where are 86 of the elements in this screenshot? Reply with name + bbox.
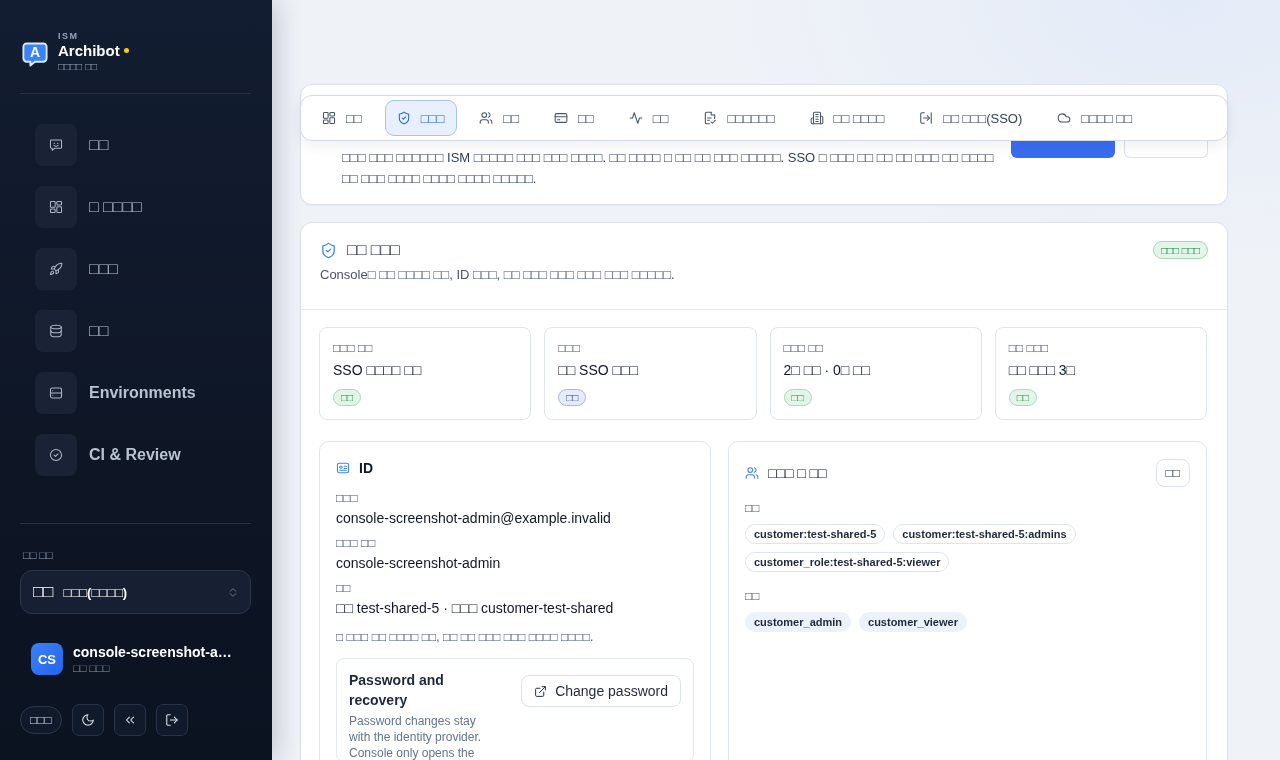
field-value: console-screenshot-admin [336,554,502,573]
workspace-label: □□ □□ [22,548,54,562]
nav-item[interactable]: CI & Review [35,434,181,476]
language-button[interactable]: □□□ [20,706,62,734]
note-text: □ □□□ □□ □□□□ □□, □□ □□ □□□ □□□ □□□□ □□□□. [336,629,595,646]
section-label: □□ [745,588,761,604]
database-icon [35,310,77,352]
section-description: Console□ □□ □□□□ □□, ID □□□, □□ □□□ □□□ □□□ □□□ □□□□□. [320,266,676,284]
logout-icon [164,713,179,727]
tab[interactable]: □□□ [384,100,458,136]
workspace-select[interactable]: □□ □□□(□□□□) [20,570,251,614]
card-title: ID [359,459,373,477]
brand-subtitle: □□□□ □□ [58,60,99,73]
status-badge: □□ [783,389,812,406]
card-icon [554,111,568,125]
theme-button[interactable] [71,704,104,736]
tab[interactable]: □□ □□□(SSO) [907,100,1036,136]
nav-item[interactable]: □ □□□□ [35,186,142,228]
users-icon [479,111,494,125]
intro-text: □□□ □□□ □□□□□□ ISM □□□□□ □□□ □□□ □□□□. □□ □□□□ □ □□ □□ □□□ □□□□□. SSO □ □□□ □□ □□ □□ □□□ □□ □□□□ □□ □□□ □□□□ □□□□ □□□□ □□□□□. [342,149,995,188]
nav-item[interactable]: □□ [35,310,109,352]
stat-value: □□ □□□ 3□ [1008,361,1077,379]
field-value: □□ test-shared-5 · □□□ customer-test-shared [336,599,615,618]
moon-icon [80,713,95,727]
nav-item[interactable]: □□ [35,124,109,166]
tab[interactable]: □□ □□□□ [797,100,898,136]
field-label: □□□ [336,490,359,506]
status-badge: □□ [1008,389,1037,406]
stat-label: □□□ [558,340,581,356]
status-dot-icon [123,48,129,53]
login-icon [919,111,934,125]
tag-chip: customer_role:test-shared-5:viewer [745,552,950,572]
external-link-icon [534,684,548,698]
tag-chip: customer_admin [745,612,852,632]
stat-value: 2□ □□ · 0□ □□ [783,361,872,379]
rocket-icon [35,248,77,290]
stat-label: □□□ □□ [333,340,374,356]
field-label: □□ [336,580,352,596]
status-badge: □□□ □□□ [1152,241,1208,259]
document-check-icon [703,111,718,125]
tab[interactable]: □□ [542,100,607,136]
stat-value: □□ SSO □□□ [558,361,639,379]
stat-label: □□□ □□ [783,340,825,356]
chevron-up-down-icon [228,585,238,599]
panel-description: Password changes stay with the identity provider. Console only opens the [349,713,483,760]
avatar: CS [31,643,63,675]
tag-chip: customer_viewer [859,612,967,632]
shield-icon [320,241,337,259]
card-button[interactable]: □□ [1155,459,1190,487]
shield-icon [396,111,411,125]
status-badge: □□ [558,389,587,406]
nav-item[interactable]: Environments [35,372,196,414]
card-title: □□□ □ □□ [768,464,827,482]
tab[interactable]: □□□□□□ [691,100,788,136]
id-card-icon [336,461,350,475]
grid-icon [35,186,77,228]
nav-item[interactable]: □□□ [35,248,118,290]
tab[interactable]: □□ [467,100,532,136]
user-role: □□ □□□ [73,661,111,675]
building-icon [809,111,824,125]
stat-value: SSO □□□□ □□ [333,361,423,379]
tag-chip: customer:test-shared-5:admins [893,524,1076,544]
brand-eyebrow: ISM [58,31,80,41]
status-badge: □□ [333,389,362,406]
tab[interactable]: □□□□ □□ [1045,100,1145,136]
pulse-icon [628,111,643,125]
tab[interactable]: □□ [310,100,375,136]
section-title: □□ □□□ [347,240,400,260]
stat-label: □□ □□□ [1008,340,1050,356]
grid-icon [322,111,336,125]
change-password-button[interactable]: Change password [521,675,681,707]
tag-chip: customer:test-shared-5 [745,524,886,544]
logo-mark: A [22,41,48,67]
panel-title: Password and recovery [349,671,445,710]
section-label: □□ [745,500,761,516]
user-name: console-screenshot-a… [73,643,232,661]
server-icon [35,372,77,414]
users-icon [745,466,759,480]
collapse-button[interactable] [113,704,146,736]
logout-button[interactable] [155,704,188,736]
field-value: console-screenshot-admin@example.invalid [336,509,612,528]
brand-name: Archibot [58,41,120,60]
tab[interactable]: □□ [616,100,682,136]
chat-icon [35,124,77,166]
field-label: □□□ □□ [336,535,377,551]
cloud-icon [1057,111,1072,125]
